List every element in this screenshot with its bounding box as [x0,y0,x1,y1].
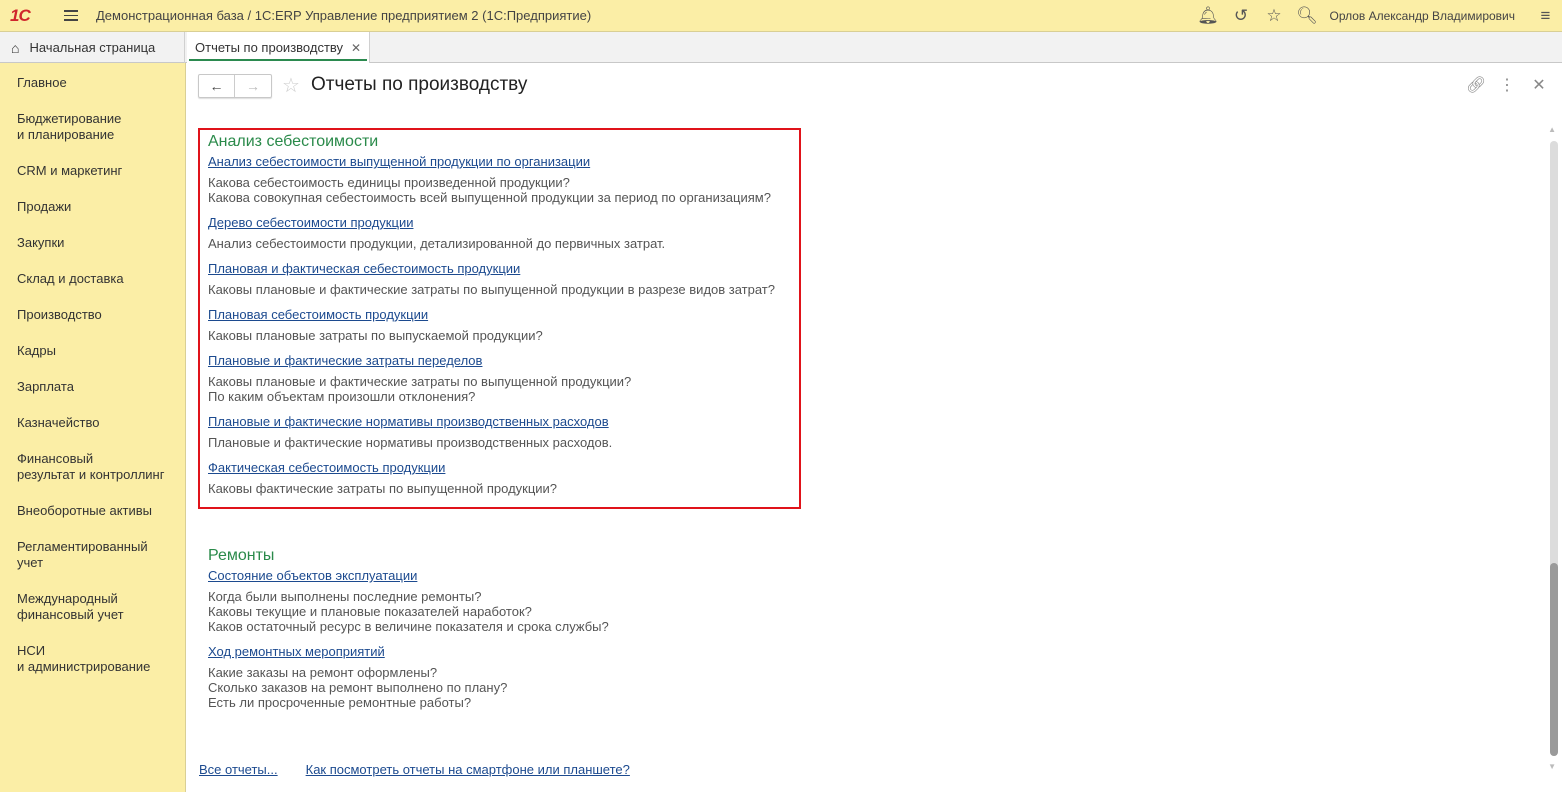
report-description: Плановые и фактические нормативы произво… [208,435,613,450]
report-description: Когда были выполнены последние ремонты? [208,589,482,604]
sidebar-item[interactable]: Зарплата [0,369,185,405]
nav-buttons: ← → [198,74,272,98]
report-item: Плановая себестоимость продукции Каковы п… [208,307,775,343]
report-description: Какова себестоимость единицы произведенн… [208,175,570,190]
report-description: По каким объектам произошли отклонения? [208,389,476,404]
menu-icon[interactable] [64,10,78,21]
close-tab-icon[interactable]: ✕ [351,41,361,55]
forward-button[interactable]: → [235,75,271,97]
favorite-star-icon[interactable]: ☆ [282,73,300,98]
home-icon: ⌂ [11,39,20,56]
report-item: Состояние объектов эксплуатации Когда был… [208,568,609,634]
report-description: Есть ли просроченные ремонтные работы? [208,695,472,710]
report-link[interactable]: Плановые и фактические нормативы произво… [208,414,775,430]
section-title: Ремонты [208,547,275,564]
favorites-star-icon[interactable]: ☆ [1257,6,1290,26]
sidebar-item[interactable]: Казначейство [0,405,185,441]
scrollbar-thumb[interactable] [1550,563,1558,756]
sidebar-item[interactable]: Главное [0,65,185,101]
report-item: Плановая и фактическая себестоимость про… [208,261,775,297]
report-description: Сколько заказов на ремонт выполнено по п… [208,680,508,695]
report-description: Какова совокупная себестоимость всей вып… [208,190,771,205]
report-item: Ход ремонтных мероприятий Какие заказы на… [208,644,609,710]
report-link[interactable]: Плановые и фактические затраты переделов [208,353,775,369]
user-name[interactable]: Орлов Александр Владимирович [1329,9,1515,23]
report-link[interactable]: Ход ремонтных мероприятий [208,644,609,660]
report-link[interactable]: Анализ себестоимости выпущенной продукци… [208,154,775,170]
link-icon[interactable]: 🔗︎ [1466,75,1486,95]
section-cost-analysis: Анализ себестоимости Анализ себестоимости… [208,132,775,506]
report-item: Плановые и фактические затраты переделов… [208,353,775,404]
sidebar-item[interactable]: Производство [0,297,185,333]
section-repairs: Ремонты Состояние объектов эксплуатации Ко… [208,546,609,720]
sidebar-item[interactable]: Внеоборотные активы [0,493,185,529]
report-description: Каковы плановые и фактические затраты по… [208,282,775,297]
report-description: Какие заказы на ремонт оформлены? [208,665,438,680]
sidebar: Главное Бюджетирование и планирование CRM … [0,63,186,792]
report-description: Каков остаточный ресурс в величине показ… [208,619,609,634]
report-description: Каковы фактические затраты по выпущенной… [208,481,558,496]
sidebar-item[interactable]: Международный финансовый учет [0,581,185,633]
main-content: ← → ☆ Отчеты по производству 🔗︎ ⋮ ✕ Анал… [186,63,1562,792]
tab-home-label: Начальная страница [29,40,156,55]
report-link[interactable]: Состояние объектов эксплуатации [208,568,609,584]
top-bar: 1С Демонстрационная база / 1С:ERP Управл… [0,0,1562,32]
report-item: Плановые и фактические нормативы произво… [208,414,775,450]
search-icon[interactable]: 🔍︎ [1290,6,1323,26]
history-icon[interactable]: ↺ [1224,6,1257,26]
report-link[interactable]: Плановая себестоимость продукции [208,307,775,323]
report-description: Каковы текущие и плановые показателей на… [208,604,532,619]
back-button[interactable]: ← [199,75,235,97]
report-description: Анализ себестоимости продукции, детализи… [208,236,666,251]
sidebar-item[interactable]: Кадры [0,333,185,369]
bell-icon[interactable]: 🔔︎ [1191,6,1224,26]
report-description: Каковы плановые затраты по выпускаемой п… [208,328,543,343]
close-icon[interactable]: ✕ [1530,75,1548,95]
sidebar-item[interactable]: Бюджетирование и планирование [0,101,185,153]
tab-reports[interactable]: Отчеты по производству ✕ [187,32,370,63]
scroll-up-icon[interactable]: ▲ [1548,125,1556,134]
sidebar-item[interactable]: Продажи [0,189,185,225]
more-icon[interactable]: ⋮ [1498,75,1516,95]
sidebar-item[interactable]: Регламентированный учет [0,529,185,581]
tab-bar: ⌂ Начальная страница Отчеты по производст… [0,32,1562,63]
1c-logo[interactable]: 1С [10,6,42,26]
page-title: Отчеты по производству [311,74,528,95]
tab-reports-label: Отчеты по производству [195,40,344,55]
sidebar-item[interactable]: Закупки [0,225,185,261]
sidebar-item[interactable]: Финансовый результат и контроллинг [0,441,185,493]
report-item: Анализ себестоимости выпущенной продукци… [208,154,775,205]
report-link[interactable]: Дерево себестоимости продукции [208,215,775,231]
sidebar-item[interactable]: CRM и маркетинг [0,153,185,189]
report-link[interactable]: Фактическая себестоимость продукции [208,460,775,476]
sidebar-item[interactable]: Склад и доставка [0,261,185,297]
report-item: Дерево себестоимости продукции Анализ себ… [208,215,775,251]
report-item: Фактическая себестоимость продукции Каков… [208,460,775,496]
all-reports-link[interactable]: Все отчеты... [199,762,278,777]
settings-menu-icon[interactable]: ≡ [1529,6,1562,26]
app-title: Демонстрационная база / 1С:ERP Управлени… [96,8,592,23]
mobile-reports-link[interactable]: Как посмотреть отчеты на смартфоне или п… [306,762,630,777]
report-link[interactable]: Плановая и фактическая себестоимость про… [208,261,775,277]
tab-home[interactable]: ⌂ Начальная страница [0,32,185,63]
report-description: Каковы плановые и фактические затраты по… [208,374,632,389]
section-title: Анализ себестоимости [208,133,379,150]
scroll-down-icon[interactable]: ▼ [1548,762,1556,771]
sidebar-item[interactable]: НСИ и администрирование [0,633,185,685]
